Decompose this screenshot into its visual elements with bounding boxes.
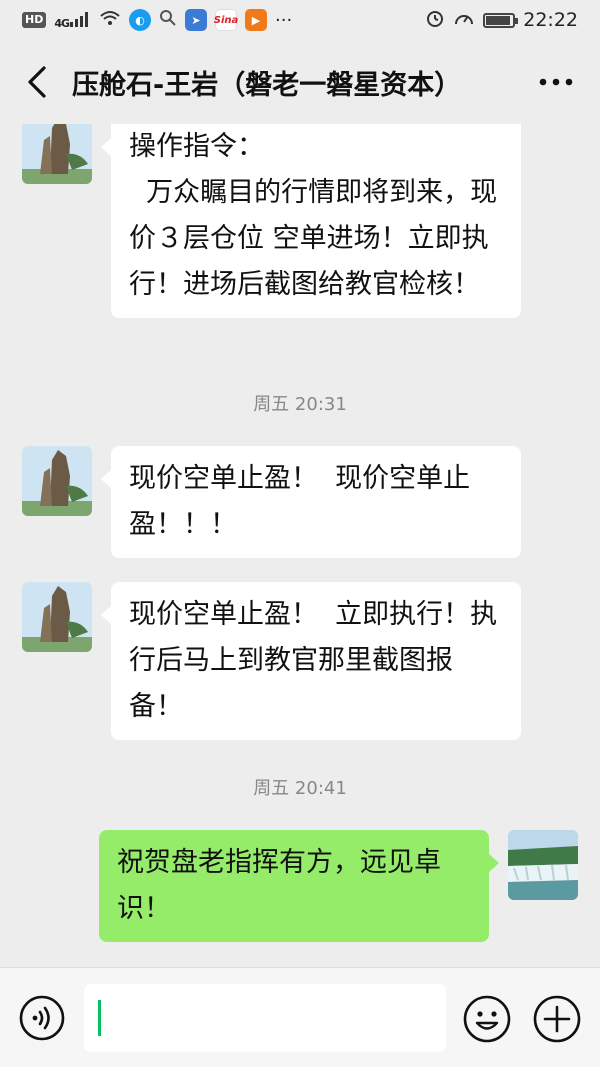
chat-header: 压舱石-王岩（磐老一磐星资本）	[0, 40, 600, 124]
plus-icon	[533, 995, 581, 1043]
contact-avatar[interactable]	[22, 582, 92, 652]
emoji-button[interactable]	[462, 994, 512, 1044]
clock: 22:22	[523, 9, 578, 31]
status-bar-right: 22:22	[425, 8, 578, 33]
my-avatar[interactable]	[508, 830, 578, 900]
hd-icon: HD	[22, 12, 47, 28]
text-caret	[98, 1000, 101, 1036]
rock-avatar-image	[22, 446, 92, 516]
alarm-icon	[425, 8, 445, 33]
message-input[interactable]	[84, 984, 446, 1052]
network-type: 4G	[54, 16, 70, 30]
video-icon: ▶	[245, 9, 268, 31]
message-bubble[interactable]: 现价空单止盈！ 立即执行！执行后马上到教官那里截图报备！	[101, 582, 521, 740]
voice-button[interactable]	[18, 994, 66, 1042]
battery-icon	[483, 12, 519, 28]
more-actions-button[interactable]	[532, 994, 582, 1044]
app-icon: ➤	[185, 9, 208, 31]
chevron-left-icon	[28, 66, 46, 98]
status-bar: HD 4G ◐ ➤ Sina ▶ ··· 22:22	[0, 0, 600, 40]
message-bubble[interactable]: 祝贺盘老指挥有方，远见卓识！	[99, 830, 499, 942]
sina-icon: Sina	[214, 9, 238, 31]
timestamp: 周五 20:41	[253, 778, 347, 799]
message-list[interactable]: 操作指令： 万众瞩目的行情即将到来，现价３层仓位 空单进场！立即执行！进场后截图…	[0, 124, 600, 967]
signal-icon: 4G	[54, 11, 91, 30]
chat-title: 压舱石-王岩（磐老一磐星资本）	[72, 69, 462, 101]
more-icon	[539, 78, 573, 86]
more-button[interactable]	[536, 62, 576, 102]
message-bubble[interactable]: 现价空单止盈！ 现价空单止盈！！！	[101, 446, 521, 558]
timestamp: 周五 20:31	[253, 394, 347, 415]
browser-icon: ◐	[129, 9, 152, 31]
wifi-icon	[99, 9, 121, 32]
speedometer-icon	[453, 8, 475, 33]
more-dots-icon: ···	[275, 9, 293, 31]
back-button[interactable]	[22, 62, 52, 102]
rock-avatar-image	[22, 124, 92, 184]
status-bar-left: HD 4G ◐ ➤ Sina ▶ ···	[22, 9, 292, 32]
contact-avatar[interactable]	[22, 124, 92, 184]
voice-icon	[19, 995, 65, 1041]
contact-avatar[interactable]	[22, 446, 92, 516]
message-bubble[interactable]: 操作指令： 万众瞩目的行情即将到来，现价３层仓位 空单进场！立即执行！进场后截图…	[101, 124, 521, 318]
rock-avatar-image	[22, 582, 92, 652]
input-bar	[0, 967, 600, 1067]
battery-level	[486, 15, 510, 25]
waterfall-avatar-image	[508, 830, 578, 900]
search-icon	[159, 9, 177, 32]
emoji-icon	[463, 995, 511, 1043]
